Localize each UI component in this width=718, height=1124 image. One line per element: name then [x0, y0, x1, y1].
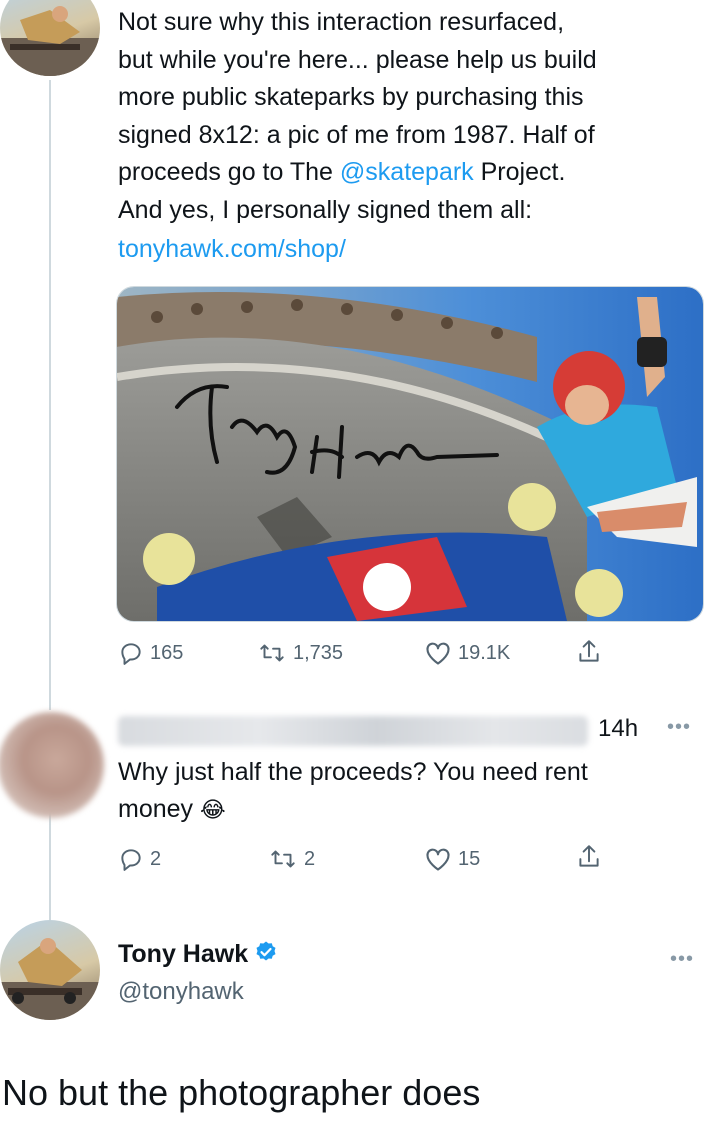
more-icon[interactable]: •••	[667, 716, 691, 739]
reply-text: Why just half the proceeds? You need ren…	[118, 758, 588, 786]
author-name-row[interactable]: Tony Hawk	[118, 940, 278, 969]
tweet-media-photo[interactable]: Tony Hawk	[116, 286, 704, 622]
retweet-count: 2	[304, 847, 316, 870]
more-icon[interactable]: •••	[670, 948, 694, 971]
tony-hawk-avatar[interactable]	[0, 920, 100, 1020]
retweet-icon	[268, 846, 298, 872]
tweet-text: Not sure why this interaction resurfaced…	[118, 4, 597, 229]
share-icon	[576, 638, 602, 666]
reply-icon	[118, 640, 144, 666]
reply-count: 165	[150, 641, 184, 664]
retweet-action[interactable]: 1,735	[257, 640, 343, 666]
reply-icon	[118, 846, 144, 872]
skatepark-mention-link[interactable]: @skatepark	[340, 158, 474, 186]
reply-count: 2	[150, 847, 162, 870]
like-count: 19.1K	[458, 641, 511, 664]
skatepark-photo	[117, 287, 703, 621]
retweet-count: 1,735	[293, 641, 344, 664]
like-action[interactable]: 15	[424, 846, 480, 872]
like-action[interactable]: 19.1K	[424, 640, 510, 666]
reply-text-line2: money 😂	[118, 791, 226, 829]
author-name[interactable]: Tony Hawk	[118, 940, 248, 969]
like-count: 15	[458, 847, 481, 870]
reply-action[interactable]: 165	[118, 640, 183, 666]
tears-of-joy-emoji: 😂	[200, 797, 226, 822]
reply-action[interactable]: 2	[118, 846, 161, 872]
verified-badge-icon	[254, 940, 278, 969]
retweet-action[interactable]: 2	[268, 846, 315, 872]
media-signature: Tony Hawk	[117, 287, 118, 288]
thread-line	[49, 800, 51, 920]
main-tweet-text: No but the photographer does	[2, 1072, 481, 1113]
reply-author-avatar-blurred[interactable]	[0, 712, 104, 818]
tony-hawk-avatar[interactable]	[0, 0, 100, 76]
reply-author-name-blurred	[118, 716, 588, 746]
retweet-icon	[257, 640, 287, 666]
thread-line	[49, 80, 51, 710]
shop-link[interactable]: tonyhawk.com/shop/	[118, 231, 346, 269]
reply-timestamp[interactable]: 14h	[598, 715, 638, 743]
like-icon	[424, 846, 452, 872]
reply-text-word: money	[118, 795, 194, 823]
avatar-image	[0, 938, 100, 1020]
like-icon	[424, 640, 452, 666]
avatar-image	[0, 6, 100, 76]
share-action[interactable]	[576, 843, 602, 871]
share-action[interactable]	[576, 638, 602, 666]
author-handle[interactable]: @tonyhawk	[118, 978, 244, 1006]
share-icon	[576, 843, 602, 871]
